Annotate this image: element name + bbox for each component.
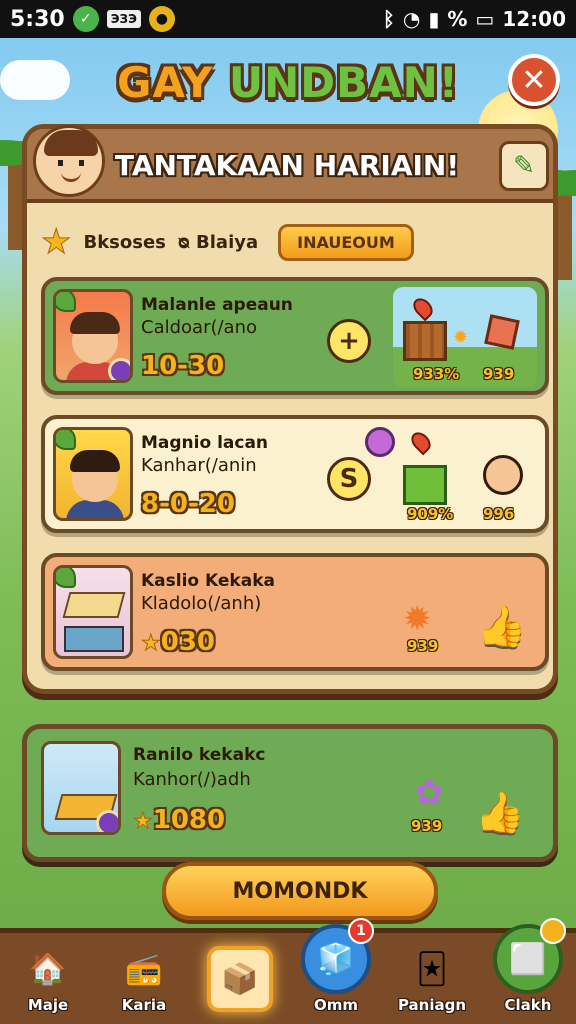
bonus-badge-icon — [108, 358, 130, 380]
wifi-icon: ◔ — [402, 7, 421, 31]
task-card[interactable]: Magnio lacan Kanhar(/anin 8-0-20 S 909% … — [41, 415, 549, 533]
thumbs-up-icon[interactable]: 👍 — [477, 603, 527, 650]
game-title: GAY UNDBAN! — [0, 58, 576, 107]
character-icon — [483, 455, 523, 495]
panel-header: TANTAKAAN HARIAIN! ✎ — [27, 125, 553, 203]
reward-scene: ✹ 939 👍 — [393, 563, 537, 663]
avatar — [33, 125, 105, 197]
reward-scene: ✿ 939 👍 — [395, 743, 539, 843]
crate-icon: 📦 — [207, 946, 273, 1012]
task-reward: 10-30 — [141, 351, 225, 381]
leaf-badge-icon — [56, 292, 76, 312]
battery-percent: % — [447, 7, 468, 31]
star-icon: ★ — [40, 222, 72, 263]
app-notification-icon: ✓ — [72, 6, 99, 32]
leaf-badge-icon — [56, 430, 76, 450]
close-icon: ✕ — [521, 62, 547, 98]
thumbs-up-icon[interactable]: 👍 — [475, 789, 525, 836]
game-title-part1: GAY — [117, 58, 214, 107]
nav-item-cube[interactable]: ⬜ Clakh — [486, 918, 570, 1014]
card-icon: 🃏 — [416, 951, 448, 987]
status-box-label: ЭЗЭ — [106, 10, 141, 28]
reward-scene: 909% 996 — [393, 425, 537, 525]
tab-row: ★ Bksoses ᴓ Blaiya INAUEOUM — [40, 219, 541, 265]
task-thumbnail — [53, 565, 133, 659]
nav-label: Clakh — [504, 996, 552, 1014]
task-subtitle: Kladolo(/anh) — [141, 593, 262, 614]
battery-icon: ▭ — [475, 7, 495, 31]
nav-label: Omm — [313, 996, 358, 1014]
close-button[interactable]: ✕ — [508, 54, 560, 106]
flower-icon: ✿ — [415, 773, 444, 813]
task-reward: ★1080 — [133, 805, 226, 835]
daily-tasks-panel: TANTAKAAN HARIAIN! ✎ ★ Bksoses ᴓ Blaiya … — [22, 124, 558, 694]
tab-label-2[interactable]: ᴓ Blaiya — [178, 232, 258, 253]
radio-icon: 📻 — [125, 951, 163, 987]
gem-icon — [484, 314, 520, 350]
nav-label: Maje — [27, 996, 69, 1014]
task-name: Kaslio Kekaka — [141, 571, 275, 591]
tab-active[interactable]: INAUEOUM — [278, 223, 414, 261]
scene-label: 939 — [483, 365, 515, 383]
coin-notification-icon: ● — [148, 6, 175, 32]
edit-button[interactable]: ✎ — [499, 141, 549, 191]
house-icon: 🏠 — [29, 951, 67, 987]
scene-label: 996 — [483, 505, 515, 523]
task-card[interactable]: Malanle apeaun Caldoar(/ano 10-30 + ✹ 93… — [41, 277, 549, 395]
task-subtitle: Kanhar(/anin — [141, 455, 257, 476]
nav-item-cards[interactable]: 🃏 Paniagn — [390, 944, 474, 1015]
tab-label-1[interactable]: Bksoses — [83, 232, 165, 253]
task-thumbnail — [53, 289, 133, 383]
lollipop-icon — [365, 427, 395, 457]
burst-icon: ✹ — [403, 599, 432, 639]
task-reward: 8-0-20 — [141, 489, 235, 519]
notification-badge: 1 — [348, 918, 374, 944]
spark-icon: ✹ — [453, 327, 469, 348]
task-thumbnail — [53, 427, 133, 521]
swap-button[interactable]: S — [327, 457, 371, 501]
tablet-icon — [64, 626, 124, 652]
scene-label: 939 — [411, 817, 443, 835]
task-name: Malanle apeaun — [141, 295, 293, 315]
book-icon — [62, 592, 126, 618]
location-pin-icon — [407, 428, 435, 456]
location-pin-icon — [409, 294, 437, 322]
nav-item-radio[interactable]: 📻 Karia — [102, 944, 186, 1015]
pencil-icon: ✎ — [513, 151, 535, 181]
status-time-left: 5:30 — [10, 6, 65, 32]
task-subtitle: Caldoar(/ano — [141, 317, 258, 338]
task-card-bottom[interactable]: Ranilo kekakc Kanhor(/)adh ★1080 ✿ 939 👍 — [22, 724, 558, 862]
notification-badge — [540, 918, 566, 944]
status-bar: 5:30 ✓ ЭЗЭ ● ᛒ ◔ ▮ % ▭ 12:00 — [0, 0, 576, 38]
nav-label: Karia — [121, 996, 167, 1014]
main-action-button[interactable]: MOMONDK — [162, 862, 438, 920]
task-card[interactable]: Kaslio Kekaka Kladolo(/anh) ★030 ✹ 939 👍 — [41, 553, 549, 671]
task-name: Ranilo kekakc — [133, 745, 266, 765]
task-subtitle: Kanhor(/)adh — [133, 769, 251, 790]
signal-icon: ▮ — [428, 7, 440, 31]
panel-title: TANTAKAAN HARIAIN! — [114, 149, 460, 182]
add-button[interactable]: + — [327, 319, 371, 363]
task-thumbnail — [41, 741, 121, 835]
leaf-badge-icon — [56, 568, 76, 588]
nav-item-center[interactable]: 📦 — [198, 946, 282, 1014]
bonus-badge-icon — [96, 810, 118, 832]
task-reward: ★030 — [141, 627, 216, 657]
present-icon — [403, 465, 447, 505]
crate-icon — [403, 321, 447, 361]
bluetooth-icon: ᛒ — [382, 7, 395, 31]
nav-label: Paniagn — [397, 996, 467, 1014]
nav-item-home[interactable]: 🏠 Maje — [6, 944, 90, 1015]
bottom-navbar: 🏠 Maje 📻 Karia 📦 🧊 1 Omm 🃏 Paniagn ⬜ Cla… — [0, 918, 576, 1024]
task-name: Magnio lacan — [141, 433, 269, 453]
nav-item-shop[interactable]: 🧊 1 Omm — [294, 918, 378, 1014]
scene-label: 909% — [407, 505, 454, 523]
scene-label: 939 — [407, 637, 439, 655]
scene-label: 933% — [413, 365, 460, 383]
status-time-right: 12:00 — [502, 7, 566, 31]
game-title-part2: UNDBAN! — [229, 58, 459, 107]
reward-scene: ✹ 933% 939 — [393, 287, 537, 387]
